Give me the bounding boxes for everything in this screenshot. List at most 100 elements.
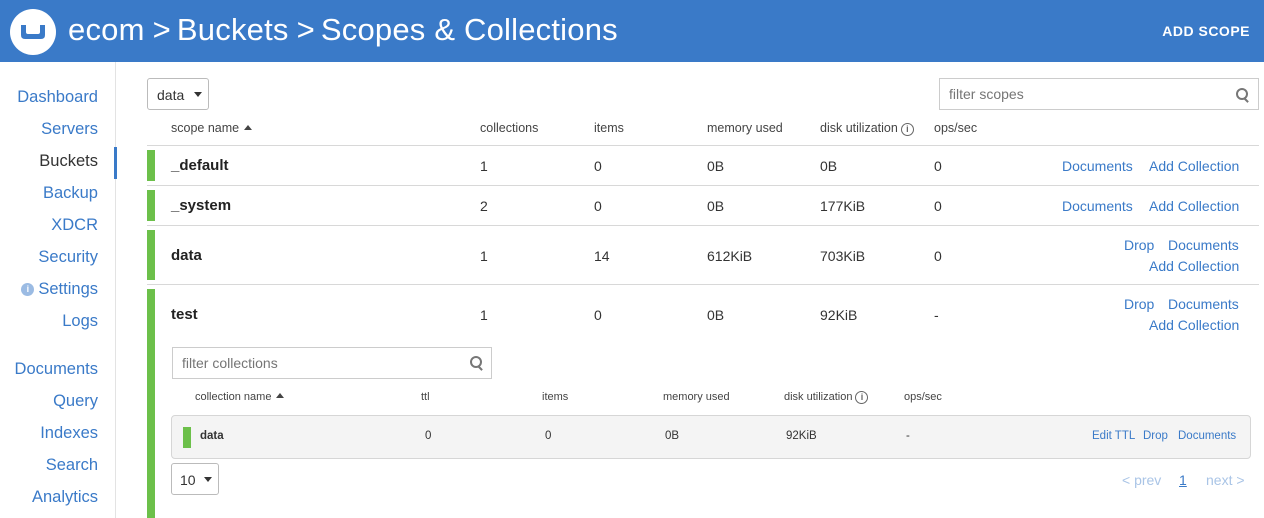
bucket-select[interactable]: data	[147, 78, 209, 110]
collection-row	[171, 415, 1251, 459]
sort-ascending-icon	[276, 393, 285, 398]
next-page-link[interactable]: next >	[1206, 472, 1245, 488]
scope-name: _default	[171, 157, 229, 174]
scope-ops-sec: 0	[934, 198, 942, 214]
filter-collections-input[interactable]	[172, 347, 492, 379]
documents-link[interactable]: Documents	[1168, 296, 1239, 312]
scope-name: data	[171, 247, 202, 264]
sidebar-item-xdcr[interactable]: XDCR	[51, 216, 98, 235]
row-divider	[147, 145, 1259, 146]
scope-collections: 1	[480, 158, 488, 174]
search-icon[interactable]	[470, 356, 484, 370]
column-header-memory-used: memory used	[663, 391, 730, 403]
drop-collection-link[interactable]: Drop	[1143, 430, 1168, 442]
filter-scopes-input[interactable]	[939, 78, 1259, 110]
sidebar-item-servers[interactable]: Servers	[41, 120, 98, 139]
sidebar-item-documents[interactable]: Documents	[15, 360, 98, 379]
scope-items: 14	[594, 248, 610, 264]
collection-memory-used: 0B	[665, 430, 680, 442]
documents-link[interactable]: Documents	[1178, 430, 1236, 442]
scope-name: test	[171, 306, 198, 323]
sidebar-nav: Dashboard Servers Buckets Backup XDCR Se…	[0, 62, 117, 518]
scope-memory-used: 0B	[707, 158, 725, 174]
column-header-label: disk utilization	[784, 391, 853, 403]
column-header-label: scope name	[171, 121, 240, 135]
row-divider	[147, 284, 1259, 285]
column-header-items: items	[542, 391, 569, 403]
add-collection-link[interactable]: Add Collection	[1149, 198, 1239, 214]
column-header-memory-used: memory used	[707, 121, 783, 135]
search-icon[interactable]	[1236, 88, 1250, 102]
sidebar-item-search[interactable]: Search	[46, 456, 98, 475]
column-header-label: collection name	[195, 391, 272, 403]
scope-disk-utilization: 177KiB	[820, 198, 866, 214]
status-indicator	[147, 230, 155, 280]
page-size-select[interactable]: 10	[171, 463, 219, 495]
column-header-ttl: ttl	[421, 391, 430, 403]
sidebar-item-backup[interactable]: Backup	[43, 184, 98, 203]
sidebar-item-indexes[interactable]: Indexes	[40, 424, 98, 443]
scope-items: 0	[594, 158, 602, 174]
sidebar-item-query[interactable]: Query	[53, 392, 98, 411]
add-collection-link[interactable]: Add Collection	[1149, 317, 1239, 333]
scope-name: _system	[171, 197, 232, 214]
sidebar-item-analytics[interactable]: Analytics	[32, 488, 98, 507]
scope-ops-sec: -	[934, 307, 939, 323]
breadcrumb-current: Scopes & Collections	[320, 12, 618, 47]
scope-items: 0	[594, 307, 602, 323]
documents-link[interactable]: Documents	[1062, 198, 1133, 214]
sidebar-item-buckets[interactable]: Buckets	[39, 152, 98, 171]
documents-link[interactable]: Documents	[1168, 237, 1239, 253]
scope-memory-used: 0B	[707, 198, 725, 214]
page-number-link[interactable]: 1	[1179, 472, 1187, 488]
breadcrumb-buckets[interactable]: Buckets	[177, 12, 289, 47]
add-collection-link[interactable]: Add Collection	[1149, 258, 1239, 274]
info-icon[interactable]: i	[900, 123, 914, 136]
sidebar-item-label: Settings	[38, 280, 98, 298]
scope-collections: 2	[480, 198, 488, 214]
scope-memory-used: 612KiB	[707, 248, 753, 264]
drop-scope-link[interactable]: Drop	[1124, 296, 1154, 312]
column-header-collection-name[interactable]: collection name	[195, 391, 285, 403]
sidebar-item-logs[interactable]: Logs	[62, 312, 98, 331]
column-header-scope-name[interactable]: scope name	[171, 121, 253, 135]
edit-ttl-link[interactable]: Edit TTL	[1092, 430, 1135, 442]
add-scope-button[interactable]: ADD SCOPE	[1162, 23, 1250, 39]
column-header-ops-sec: ops/sec	[904, 391, 942, 403]
collection-name: data	[200, 430, 224, 442]
breadcrumb-cluster[interactable]: ecom	[68, 12, 145, 47]
breadcrumb-separator: >	[152, 12, 171, 47]
column-header-collections: collections	[480, 121, 539, 135]
status-indicator	[147, 150, 155, 181]
row-divider	[147, 185, 1259, 186]
column-header-disk-utilization: disk utilization i	[820, 121, 914, 136]
column-header-label: disk utilization	[820, 121, 898, 135]
bucket-select-value: data	[157, 87, 185, 103]
collection-disk-utilization: 92KiB	[786, 430, 817, 442]
collection-ops-sec: -	[906, 430, 910, 442]
scope-memory-used: 0B	[707, 307, 725, 323]
column-header-ops-sec: ops/sec	[934, 121, 978, 135]
prev-page-link[interactable]: < prev	[1122, 472, 1161, 488]
chevron-down-icon	[194, 92, 202, 97]
scope-ops-sec: 0	[934, 248, 942, 264]
documents-link[interactable]: Documents	[1062, 158, 1133, 174]
info-icon[interactable]: i	[855, 391, 869, 404]
sidebar-item-dashboard[interactable]: Dashboard	[17, 88, 98, 107]
scope-collections: 1	[480, 248, 488, 264]
row-divider	[147, 225, 1259, 226]
active-nav-indicator	[114, 147, 117, 179]
couchbase-logo-icon[interactable]	[10, 9, 56, 55]
status-indicator	[147, 289, 155, 518]
sidebar-item-settings[interactable]: i Settings	[21, 280, 98, 299]
top-header: ecom > Buckets > Scopes & Collections ADD SC…	[0, 0, 1264, 62]
sidebar-item-security[interactable]: Security	[38, 248, 98, 267]
scope-collections: 1	[480, 307, 488, 323]
scope-disk-utilization: 703KiB	[820, 248, 866, 264]
chevron-down-icon	[204, 477, 212, 482]
scope-disk-utilization: 0B	[820, 158, 838, 174]
drop-scope-link[interactable]: Drop	[1124, 237, 1154, 253]
collection-items: 0	[545, 430, 552, 442]
add-collection-link[interactable]: Add Collection	[1149, 158, 1239, 174]
status-indicator	[183, 427, 191, 448]
